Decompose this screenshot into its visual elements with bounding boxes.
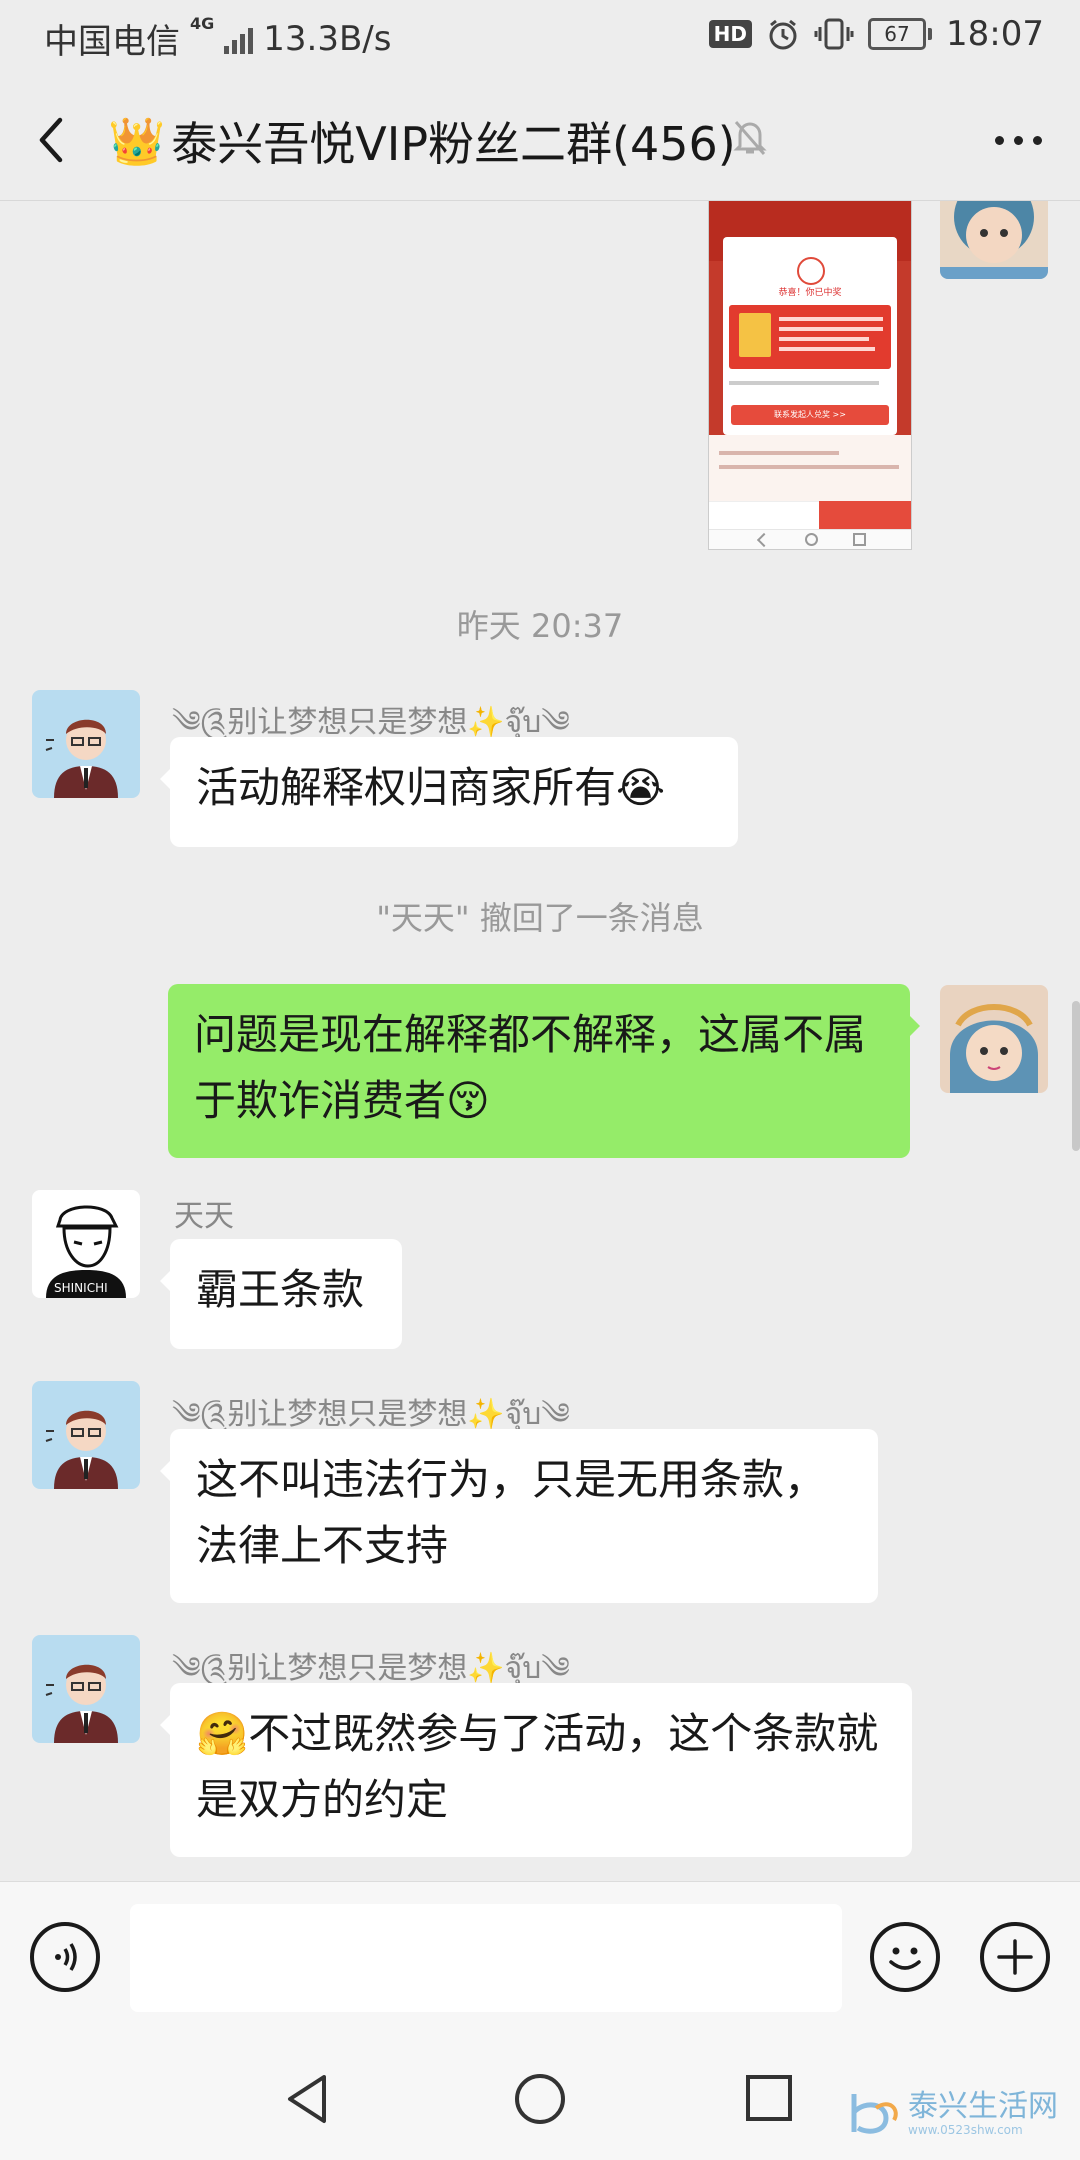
timestamp: 昨天 20:37 <box>456 607 624 645</box>
watermark-logo-icon <box>851 2094 898 2134</box>
input-bar <box>0 1881 1080 2032</box>
group-name: 泰兴吾悦VIP粉丝二群(456) <box>171 117 736 171</box>
check-icon <box>797 257 825 285</box>
smiley-icon <box>889 1947 921 1970</box>
sender-name: 天天 <box>174 1199 234 1234</box>
signal-icon <box>224 24 254 54</box>
watermark-title: 泰兴生活网 <box>908 2089 1058 2124</box>
clock: 18:07 <box>946 14 1044 54</box>
chat-area[interactable]: 恭喜！你已中奖 联系发起人兑奖 >> 昨天 20:37 ༄༊别让梦想只是梦想✨จ… <box>0 201 1080 1881</box>
chat-title: 👑 泰兴吾悦VIP粉丝二群(456) <box>108 108 736 174</box>
battery-icon: 67 <box>868 18 933 50</box>
kissing-emoji: 😚 <box>446 1076 490 1125</box>
message-bubble-sent[interactable]: 问题是现在解释都不解释，这属不属于欺诈消费者😚 <box>168 984 920 1158</box>
network-type: 4G <box>190 14 215 33</box>
avatar-dreamer[interactable] <box>32 690 140 798</box>
message-bubble[interactable]: 活动解释权归商家所有😭 <box>160 737 738 847</box>
preview-claim-button: 联系发起人兑奖 >> <box>731 405 889 425</box>
emoji-button[interactable] <box>870 1922 940 1992</box>
vibrate-icon <box>814 18 854 50</box>
nav-home-icon[interactable] <box>512 2071 568 2127</box>
my-avatar[interactable] <box>940 985 1048 1093</box>
status-bar: 中国电信 4G 13.3B/s HD 67 18:07 <box>0 0 1080 72</box>
more-functions-button[interactable] <box>980 1922 1050 1992</box>
message-bubble[interactable]: 霸王条款 <box>160 1239 402 1349</box>
watermark-url: www.0523shw.com <box>908 2123 1023 2137</box>
recall-notice: "天天" 撤回了一条消息 <box>376 899 704 937</box>
nav-recents-icon[interactable] <box>744 2073 794 2123</box>
message-text: 这不叫违法行为，只是无用条款，法律上不支持 <box>196 1455 827 1570</box>
hd-badge: HD <box>708 20 753 48</box>
message-text: 问题是现在解释都不解释，这属不属于欺诈消费者 <box>194 1010 867 1125</box>
avatar-dreamer[interactable] <box>32 1381 140 1489</box>
avatar-dreamer[interactable] <box>32 1635 140 1743</box>
battery-level: 67 <box>868 18 927 50</box>
message-bubble[interactable]: 这不叫违法行为，只是无用条款，法律上不支持 <box>160 1429 878 1603</box>
status-left: 中国电信 4G 13.3B/s <box>44 14 391 63</box>
watermark: 泰兴生活网 www.0523shw.com <box>846 2088 1058 2140</box>
carrier-name: 中国电信 <box>44 22 180 62</box>
my-avatar[interactable] <box>940 201 1048 279</box>
image-message[interactable]: 恭喜！你已中奖 联系发起人兑奖 >> <box>708 201 912 550</box>
chat-header: 👑 泰兴吾悦VIP粉丝二群(456) <box>0 72 1080 201</box>
message-text: 不过既然参与了活动，这个条款就是双方的约定 <box>196 1709 879 1824</box>
status-right: HD 67 18:07 <box>708 14 1044 54</box>
plus-icon <box>997 1939 1033 1975</box>
message-bubble[interactable]: 🤗不过既然参与了活动，这个条款就是双方的约定 <box>160 1683 912 1857</box>
svg-text:SHINICHI: SHINICHI <box>54 1281 108 1295</box>
message-text: 霸王条款 <box>196 1265 365 1314</box>
avatar-tiantian[interactable]: SHINICHI <box>32 1190 140 1298</box>
voice-button[interactable] <box>30 1922 100 1992</box>
preview-congrats-text: 恭喜！你已中奖 <box>778 288 842 298</box>
crown-icon: 👑 <box>108 113 166 168</box>
voice-icon <box>55 1943 77 1971</box>
network-speed: 13.3B/s <box>263 18 392 59</box>
mute-bell-icon <box>733 121 767 155</box>
nav-back-icon[interactable] <box>282 2071 332 2127</box>
message-input[interactable] <box>130 1904 842 2012</box>
back-arrow-icon[interactable] <box>36 116 66 164</box>
scrollbar[interactable] <box>1072 1001 1080 1151</box>
hugging-emoji: 🤗 <box>196 1709 249 1758</box>
alarm-icon <box>769 19 797 50</box>
more-menu-icon[interactable] <box>995 136 1042 145</box>
message-text: 活动解释权归商家所有 <box>196 763 617 812</box>
crying-laughing-emoji: 😭 <box>616 763 666 812</box>
